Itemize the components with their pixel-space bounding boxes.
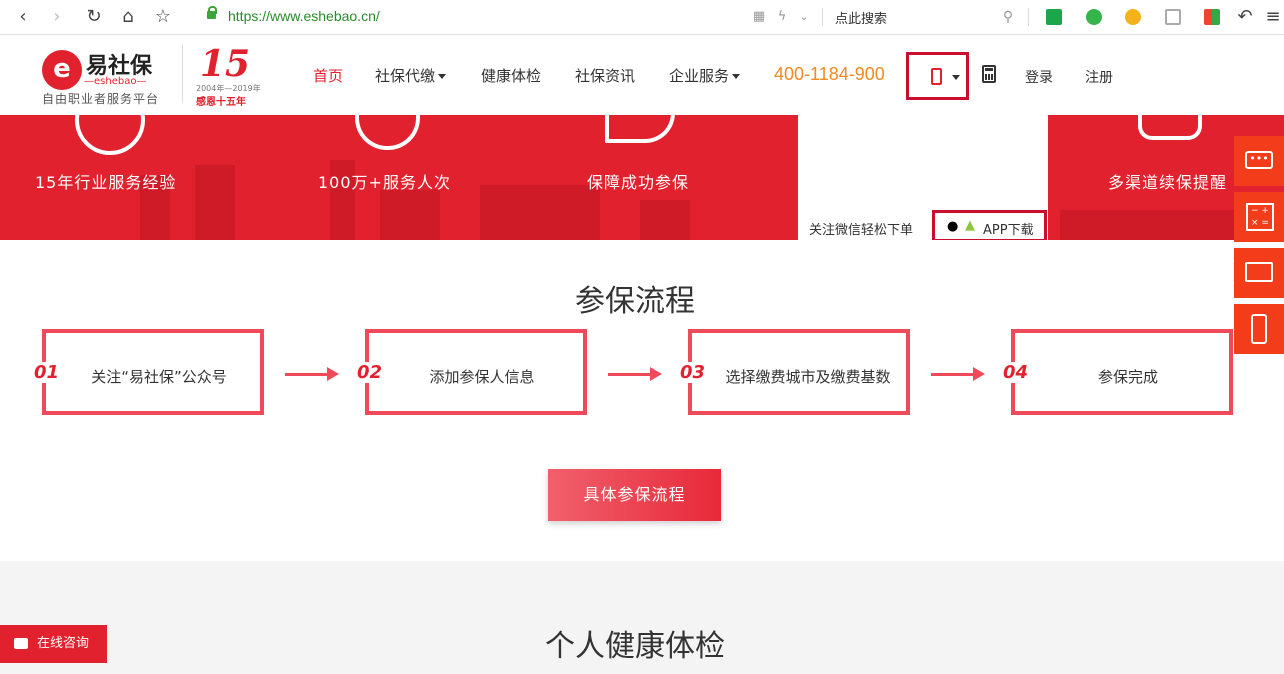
step-text: 参保完成: [1097, 368, 1158, 386]
step-number: 03: [678, 362, 708, 383]
message-bubble-icon: •••: [1245, 151, 1273, 169]
health-title: 个人健康体检: [545, 629, 725, 664]
app-download-button[interactable]: ● ▲ APP下载: [932, 210, 1047, 240]
scissors-icon[interactable]: [1046, 9, 1062, 25]
site-header: e 易社保 —eshebao— 自由职业者服务平台 15 2004年—2019年…: [0, 35, 1284, 115]
hotline-phone: 400-1184-900: [774, 64, 885, 84]
arrow-right-icon: [608, 367, 662, 381]
chat-icon: [14, 638, 28, 649]
divider: [822, 8, 823, 26]
nav-social-insurance[interactable]: 社保代缴: [375, 65, 447, 86]
login-link[interactable]: 登录: [1025, 67, 1053, 87]
step-text: 关注“易社保”公众号: [91, 368, 227, 386]
side-feedback-button[interactable]: [1234, 248, 1284, 298]
caret-down-icon: [438, 74, 447, 79]
nav-news[interactable]: 社保资讯: [575, 65, 635, 86]
process-title: 参保流程: [575, 284, 695, 319]
nav-enterprise[interactable]: 企业服务: [669, 65, 741, 86]
skyline-decoration: [380, 190, 440, 240]
browser-search-input[interactable]: 点此搜索: [835, 8, 887, 27]
hero-stat-guarantee: 保障成功参保: [587, 173, 690, 192]
hero-stat-experience: 15年行业服务经验: [35, 173, 177, 192]
logo-mark[interactable]: e: [42, 50, 82, 90]
step-text: 添加参保人信息: [429, 368, 535, 386]
secure-lock-icon: [207, 6, 217, 19]
step-number: 04: [1001, 362, 1031, 383]
home-icon[interactable]: ⌂: [117, 6, 139, 28]
reload-icon[interactable]: ↻: [83, 6, 105, 28]
arrow-right-icon: [931, 367, 985, 381]
logo-sub: —eshebao—: [84, 76, 147, 87]
nav-label: 企业服务: [669, 67, 730, 85]
browser-toolbar: ‹ › ↻ ⌂ ☆ https://www.eshebao.cn/ ▦ ϟ ⌄ …: [0, 0, 1284, 35]
app-download-label: APP下载: [983, 223, 1034, 238]
menu-icon[interactable]: ≡: [1262, 6, 1284, 28]
coupon-icon[interactable]: [1125, 9, 1141, 25]
hero-stat-served: 100万+服务人次: [318, 173, 451, 192]
arrow-right-icon: [285, 367, 339, 381]
nav-health-check[interactable]: 健康体检: [481, 65, 541, 86]
divider: [1028, 8, 1029, 26]
search-icon[interactable]: ⚲: [997, 6, 1019, 28]
register-link[interactable]: 注册: [1085, 67, 1113, 87]
mobile-phone-icon: [1251, 314, 1267, 344]
caret-down-icon: [952, 75, 960, 80]
undo-icon[interactable]: ↶: [1234, 6, 1256, 28]
android-icon: ▲: [965, 218, 975, 233]
anniversary-number: 15: [200, 43, 251, 85]
chevron-down-icon[interactable]: ⌄: [793, 6, 815, 28]
skyline-decoration: [195, 165, 235, 240]
service-person-icon: [355, 115, 420, 150]
logo-slogan: 自由职业者服务平台: [42, 92, 160, 106]
insurance-card-icon: [605, 115, 675, 143]
skyline-decoration: [480, 185, 600, 240]
translate-icon[interactable]: [1086, 9, 1102, 25]
hero-banner: 15年行业服务经验 100万+服务人次 保障成功参保 多渠道续保提醒 关注微信轻…: [0, 115, 1284, 240]
screenshot-icon[interactable]: [1165, 9, 1181, 25]
qr-icon[interactable]: ▦: [748, 6, 770, 28]
step-text: 选择缴费城市及缴费基数: [725, 368, 891, 386]
lightning-icon[interactable]: ϟ: [771, 6, 793, 28]
mobile-phone-icon: [931, 68, 942, 85]
side-message-button[interactable]: •••: [1234, 136, 1284, 186]
health-section: 个人健康体检: [0, 561, 1284, 674]
anniversary-text: 感恩十五年: [196, 97, 246, 108]
chat-label: 在线咨询: [37, 636, 90, 651]
back-icon[interactable]: ‹: [12, 6, 34, 28]
apps-grid-icon[interactable]: [1204, 9, 1220, 25]
address-bar[interactable]: https://www.eshebao.cn/: [228, 8, 380, 24]
skyline-decoration: [640, 200, 690, 240]
mobile-app-button[interactable]: [906, 52, 969, 100]
apple-icon: ●: [947, 219, 959, 234]
side-calculator-button[interactable]: − + × =: [1234, 192, 1284, 242]
process-detail-button[interactable]: 具体参保流程: [548, 469, 721, 521]
nav-label: 社保代缴: [375, 67, 436, 85]
forward-icon[interactable]: ›: [46, 6, 68, 28]
side-mobile-button[interactable]: [1234, 304, 1284, 354]
caret-down-icon: [732, 74, 741, 79]
calculator-icon: − + × =: [1246, 203, 1274, 231]
step-number: 01: [32, 362, 62, 383]
step-number: 02: [355, 362, 385, 383]
nav-home[interactable]: 首页: [313, 65, 343, 86]
reminder-bell-icon: [1138, 115, 1202, 140]
feedback-icon: [1245, 262, 1273, 282]
fifteen-years-icon: [75, 115, 145, 155]
follow-wechat-text: 关注微信轻松下单: [809, 223, 914, 238]
divider: [182, 45, 183, 103]
bookmark-star-icon[interactable]: ☆: [152, 6, 174, 28]
calculator-icon[interactable]: [982, 65, 996, 83]
hero-stat-reminder: 多渠道续保提醒: [1108, 173, 1228, 192]
online-chat-button[interactable]: 在线咨询: [0, 625, 107, 663]
